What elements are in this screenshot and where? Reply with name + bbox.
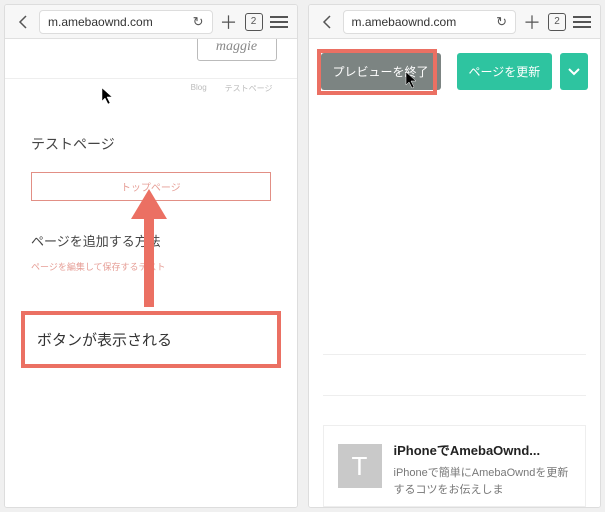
- header: maggie: [5, 39, 297, 79]
- viewport-left: maggie Blog テストページ テストページ トップページ ページを追加す…: [5, 39, 297, 507]
- section-title: ページを追加する方法: [31, 231, 271, 250]
- back-icon[interactable]: [13, 12, 33, 32]
- browser-bar: m.amebaownd.com ↻ ＋ 2: [309, 5, 601, 39]
- refresh-icon[interactable]: ↻: [496, 14, 507, 30]
- card-thumb-icon: T: [338, 444, 382, 488]
- viewport-right: プレビューを終了 ページを更新 T iPhoneでAmebaOwnd... iP…: [309, 39, 601, 507]
- card-body: iPhoneでAmebaOwnd... iPhoneで簡単にAmebaOwndを…: [394, 440, 572, 498]
- refresh-icon[interactable]: ↻: [193, 14, 204, 30]
- nav: Blog テストページ: [5, 79, 297, 94]
- annotation-callout: ボタンが表示される: [21, 311, 281, 368]
- divider: [323, 395, 587, 396]
- new-tab-icon[interactable]: ＋: [522, 12, 542, 32]
- phone-right: m.amebaownd.com ↻ ＋ 2 プレビューを終了 ページを更新 T …: [308, 4, 602, 508]
- url-text: m.amebaownd.com: [48, 15, 153, 29]
- top-page-button[interactable]: トップページ: [31, 172, 271, 201]
- cursor-icon: [101, 87, 115, 105]
- section-subtext: ページを編集して保存するテスト: [31, 260, 271, 273]
- update-page-button[interactable]: ページを更新: [457, 53, 553, 90]
- cursor-icon: [405, 71, 419, 89]
- nav-blog[interactable]: Blog: [191, 83, 207, 94]
- url-field[interactable]: m.amebaownd.com ↻: [39, 10, 213, 34]
- new-tab-icon[interactable]: ＋: [219, 12, 239, 32]
- nav-test[interactable]: テストページ: [225, 83, 273, 94]
- tabs-icon[interactable]: 2: [245, 13, 263, 31]
- update-page-dropdown[interactable]: [560, 53, 588, 90]
- page-title: テストページ: [31, 134, 271, 154]
- related-card[interactable]: T iPhoneでAmebaOwnd... iPhoneで簡単にAmebaOwn…: [323, 425, 587, 507]
- site-logo[interactable]: maggie: [197, 39, 277, 61]
- menu-icon[interactable]: [572, 12, 592, 32]
- url-text: m.amebaownd.com: [352, 15, 457, 29]
- exit-preview-button[interactable]: プレビューを終了: [321, 53, 441, 90]
- back-icon[interactable]: [317, 12, 337, 32]
- phone-left: m.amebaownd.com ↻ ＋ 2 maggie Blog テストページ…: [4, 4, 298, 508]
- url-field[interactable]: m.amebaownd.com ↻: [343, 10, 517, 34]
- card-title: iPhoneでAmebaOwnd...: [394, 440, 572, 459]
- browser-bar: m.amebaownd.com ↻ ＋ 2: [5, 5, 297, 39]
- tabs-icon[interactable]: 2: [548, 13, 566, 31]
- action-row: プレビューを終了 ページを更新: [309, 39, 601, 104]
- card-desc: iPhoneで簡単にAmebaOwndを更新するコツをお伝えしま: [394, 465, 572, 498]
- menu-icon[interactable]: [269, 12, 289, 32]
